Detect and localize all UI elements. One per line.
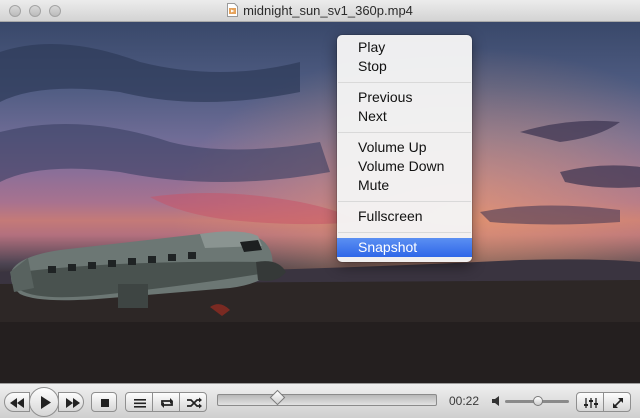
menu-separator xyxy=(338,232,471,233)
video-area[interactable] xyxy=(0,22,640,383)
fast-forward-button[interactable] xyxy=(58,392,84,412)
control-bar: 00:22 xyxy=(0,383,640,418)
video-frame xyxy=(0,22,640,383)
fast-forward-icon xyxy=(66,398,80,408)
fullscreen-button[interactable] xyxy=(603,392,631,412)
loop-icon xyxy=(161,398,173,408)
playlist-button[interactable] xyxy=(125,392,153,412)
playlist-icon xyxy=(134,399,146,408)
menu-item-volume-up[interactable]: Volume Up xyxy=(337,138,472,157)
shuffle-icon xyxy=(187,397,202,409)
equalizer-icon xyxy=(584,398,598,408)
loop-button[interactable] xyxy=(152,392,180,412)
menu-item-next[interactable]: Next xyxy=(337,107,472,126)
menu-item-previous[interactable]: Previous xyxy=(337,88,472,107)
menu-item-play[interactable]: Play xyxy=(337,38,472,57)
menu-item-volume-down[interactable]: Volume Down xyxy=(337,157,472,176)
shuffle-button[interactable] xyxy=(179,392,207,412)
seek-handle[interactable] xyxy=(269,389,286,406)
fullscreen-icon xyxy=(613,398,623,408)
elapsed-time: 00:22 xyxy=(449,394,480,408)
volume-handle[interactable] xyxy=(533,396,544,406)
context-menu: Play Stop Previous Next Volume Up Volume… xyxy=(337,35,472,262)
speaker-icon[interactable] xyxy=(491,395,503,407)
rewind-button[interactable] xyxy=(4,392,30,412)
stop-icon xyxy=(101,399,109,407)
menu-separator xyxy=(338,132,471,133)
stop-button[interactable] xyxy=(91,392,117,412)
video-file-icon xyxy=(227,3,239,20)
menu-item-stop[interactable]: Stop xyxy=(337,57,472,76)
menu-separator xyxy=(338,82,471,83)
title-bar: midnight_sun_sv1_360p.mp4 xyxy=(0,0,640,22)
menu-item-mute[interactable]: Mute xyxy=(337,176,472,195)
rewind-icon xyxy=(10,398,24,408)
seek-bar[interactable] xyxy=(217,389,437,406)
menu-item-snapshot[interactable]: Snapshot xyxy=(337,238,472,257)
play-icon xyxy=(41,396,51,409)
menu-separator xyxy=(338,201,471,202)
volume-slider[interactable] xyxy=(505,396,569,406)
window-title: midnight_sun_sv1_360p.mp4 xyxy=(243,3,413,18)
menu-item-fullscreen[interactable]: Fullscreen xyxy=(337,207,472,226)
play-button[interactable] xyxy=(29,387,59,417)
equalizer-button[interactable] xyxy=(576,392,604,412)
